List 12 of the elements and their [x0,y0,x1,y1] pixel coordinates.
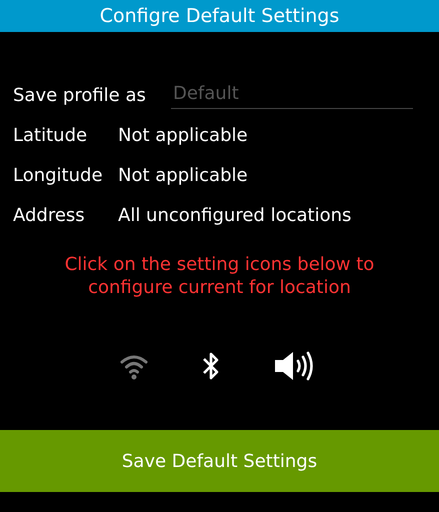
bluetooth-icon[interactable] [200,350,220,382]
field-label: Latitude [13,124,88,146]
field-value: All unconfigured locations [118,204,352,226]
screen-title: Configre Default Settings [100,5,340,27]
field-value: Not applicable [118,164,248,186]
field-value: Not applicable [118,124,248,146]
instruction-text: Click on the setting icons below to configure current for location [64,253,376,299]
save-button[interactable]: Save Default Settings [0,430,439,492]
field-label: Save profile as [13,84,147,106]
field-label: Longitude [13,164,104,186]
profile-name-field[interactable]: Default [171,81,413,109]
field-label: Address [13,204,86,226]
